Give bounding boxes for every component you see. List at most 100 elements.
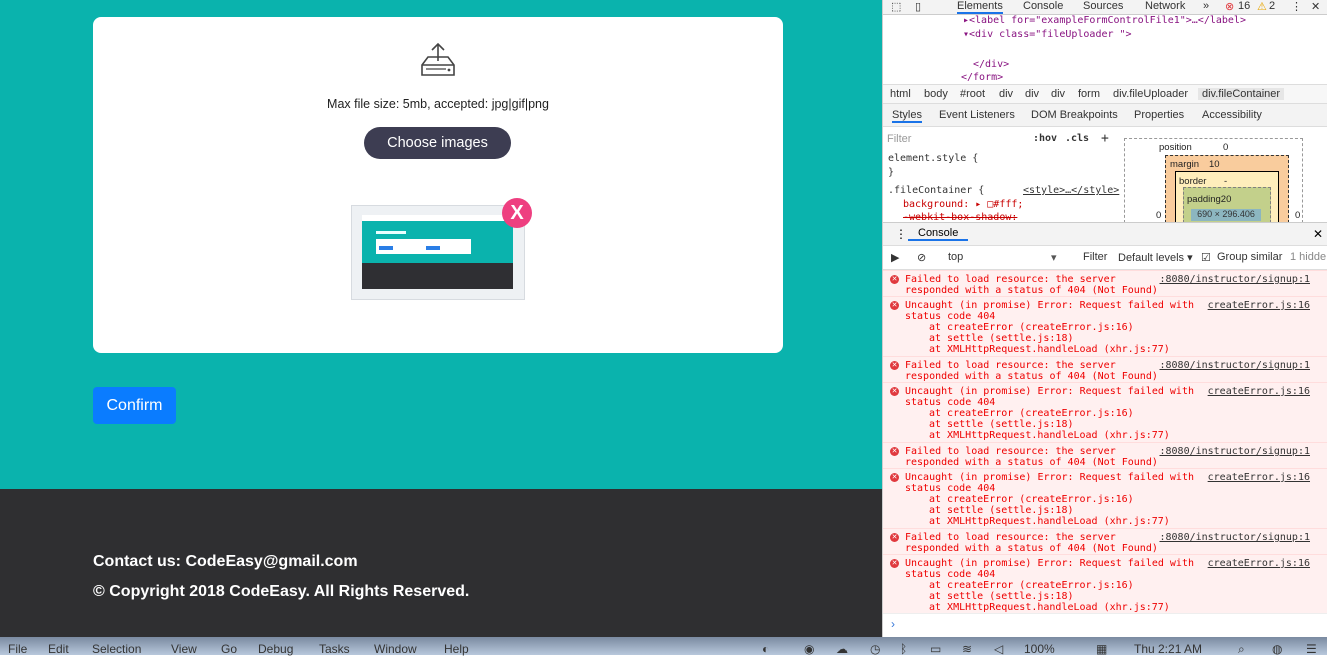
tab-network[interactable]: Network: [1145, 0, 1185, 12]
console-message[interactable]: ✕ Uncaught (in promise) Error: Request f…: [883, 382, 1327, 443]
console-message[interactable]: ✕ Failed to load resource: the server re…: [883, 528, 1327, 555]
context-selector[interactable]: top: [948, 251, 963, 263]
notification-center-icon[interactable]: ☰: [1306, 642, 1317, 656]
warning-count[interactable]: 2: [1269, 0, 1275, 12]
tab-dom-breakpoints[interactable]: DOM Breakpoints: [1031, 109, 1118, 121]
menu-debug[interactable]: Debug: [258, 642, 293, 656]
menu-help[interactable]: Help: [444, 642, 469, 656]
remove-image-button[interactable]: X: [502, 198, 532, 228]
message-source-link[interactable]: createError.js:16: [1208, 558, 1310, 569]
console-message[interactable]: ✕ Uncaught (in promise) Error: Request f…: [883, 468, 1327, 529]
wifi-icon[interactable]: ≋: [962, 642, 972, 656]
battery-percent[interactable]: 100%: [1024, 642, 1055, 656]
menu-tasks[interactable]: Tasks: [319, 642, 350, 656]
airplay-icon[interactable]: ▭: [930, 642, 941, 656]
inspect-icon[interactable]: ⬚: [891, 0, 901, 13]
sidebar-toggle-icon[interactable]: ▶: [891, 251, 899, 264]
choose-images-button[interactable]: Choose images: [364, 127, 511, 159]
bluetooth-icon[interactable]: ᛒ: [900, 642, 907, 656]
volume-icon[interactable]: ◁: [994, 642, 1003, 656]
message-source-link[interactable]: :8080/instructor/signup:1: [1159, 360, 1310, 371]
context-dropdown-icon[interactable]: ▾: [1051, 251, 1057, 264]
confirm-button[interactable]: Confirm: [93, 387, 176, 424]
tab-accessibility[interactable]: Accessibility: [1202, 109, 1262, 121]
status-icon[interactable]: ◉: [804, 642, 814, 656]
close-drawer-icon[interactable]: ✕: [1313, 227, 1323, 241]
dom-line[interactable]: </form>: [961, 72, 1003, 83]
console-message[interactable]: ✕ Failed to load resource: the server re…: [883, 356, 1327, 383]
console-prompt[interactable]: ›: [883, 613, 1327, 638]
styles-filter-input[interactable]: Filter: [887, 131, 1017, 147]
console-message[interactable]: ✕ Uncaught (in promise) Error: Request f…: [883, 296, 1327, 357]
message-source-link[interactable]: createError.js:16: [1208, 472, 1310, 483]
crumb[interactable]: div: [1025, 88, 1039, 100]
tab-elements[interactable]: Elements: [957, 0, 1003, 14]
crumb[interactable]: div: [1051, 88, 1065, 100]
crumb[interactable]: div: [999, 88, 1013, 100]
tab-properties[interactable]: Properties: [1134, 109, 1184, 121]
stack-line[interactable]: at XMLHttpRequest.handleLoad (xhr.js:77): [929, 516, 1170, 527]
stack-line[interactable]: at createError (createError.js:16): [929, 494, 1134, 505]
tab-console-drawer[interactable]: Console: [908, 227, 969, 241]
dom-line[interactable]: </div>: [973, 59, 1009, 70]
menu-selection[interactable]: Selection: [92, 642, 141, 656]
menu-edit[interactable]: Edit: [48, 642, 69, 656]
close-devtools-icon[interactable]: ✕: [1311, 0, 1320, 13]
message-source-link[interactable]: :8080/instructor/signup:1: [1159, 532, 1310, 543]
menu-view[interactable]: View: [171, 642, 197, 656]
console-filter-input[interactable]: Filter: [1083, 251, 1107, 263]
message-source-link[interactable]: :8080/instructor/signup:1: [1159, 274, 1310, 285]
error-count[interactable]: 16: [1238, 0, 1250, 12]
stack-line[interactable]: at XMLHttpRequest.handleLoad (xhr.js:77): [929, 602, 1170, 613]
tab-styles[interactable]: Styles: [892, 109, 922, 123]
stack-line[interactable]: at settle (settle.js:18): [929, 505, 1074, 516]
crumb[interactable]: div.fileUploader: [1113, 88, 1188, 100]
device-toggle-icon[interactable]: ▯: [915, 0, 921, 13]
group-similar-checkbox[interactable]: ☑: [1201, 251, 1211, 264]
message-source-link[interactable]: createError.js:16: [1208, 300, 1310, 311]
drawer-menu-icon[interactable]: ⋮: [895, 227, 907, 241]
crumb-active[interactable]: div.fileContainer: [1198, 88, 1285, 100]
console-message[interactable]: ✕ Failed to load resource: the server re…: [883, 270, 1327, 297]
siri-icon[interactable]: ◍: [1272, 642, 1282, 656]
stack-line[interactable]: at createError (createError.js:16): [929, 408, 1134, 419]
stack-line[interactable]: at createError (createError.js:16): [929, 580, 1134, 591]
console-message[interactable]: ✕ Uncaught (in promise) Error: Request f…: [883, 554, 1327, 614]
menu-file[interactable]: File: [8, 642, 27, 656]
log-levels-dropdown[interactable]: Default levels ▾: [1118, 251, 1193, 264]
dom-line[interactable]: ▸<label for="exampleFormControlFile1">…<…: [963, 15, 1246, 26]
message-text: Uncaught (in promise) Error: Request fai…: [905, 472, 1194, 483]
style-source-link[interactable]: <style>…</style>: [1023, 185, 1119, 196]
dom-line[interactable]: ▾<div class="fileUploader ">: [963, 29, 1132, 40]
add-rule-icon[interactable]: +: [1101, 131, 1109, 146]
message-source-link[interactable]: createError.js:16: [1208, 386, 1310, 397]
tab-console[interactable]: Console: [1023, 0, 1063, 12]
tab-event-listeners[interactable]: Event Listeners: [939, 109, 1015, 121]
message-source-link[interactable]: :8080/instructor/signup:1: [1159, 446, 1310, 457]
crumb[interactable]: form: [1078, 88, 1100, 100]
kebab-menu-icon[interactable]: ⋮: [1291, 0, 1302, 13]
clear-console-icon[interactable]: ⊘: [917, 251, 926, 264]
stack-line[interactable]: at settle (settle.js:18): [929, 419, 1074, 430]
cls-toggle[interactable]: .cls: [1065, 133, 1089, 144]
crumb[interactable]: body: [924, 88, 948, 100]
more-tabs-icon[interactable]: »: [1203, 0, 1209, 12]
stack-line[interactable]: at XMLHttpRequest.handleLoad (xhr.js:77): [929, 344, 1170, 355]
status-icon[interactable]: ◐: [762, 642, 769, 656]
crumb[interactable]: #root: [960, 88, 985, 100]
hov-toggle[interactable]: :hov: [1033, 133, 1057, 144]
stack-line[interactable]: at createError (createError.js:16): [929, 322, 1134, 333]
stack-line[interactable]: at settle (settle.js:18): [929, 591, 1074, 602]
time-machine-icon[interactable]: ◷: [870, 642, 880, 656]
stack-line[interactable]: at XMLHttpRequest.handleLoad (xhr.js:77): [929, 430, 1170, 441]
flag-icon[interactable]: ▦: [1096, 642, 1107, 656]
menu-go[interactable]: Go: [221, 642, 237, 656]
console-message[interactable]: ✕ Failed to load resource: the server re…: [883, 442, 1327, 469]
menu-window[interactable]: Window: [374, 642, 417, 656]
status-icon[interactable]: ☁: [836, 642, 848, 656]
clock[interactable]: Thu 2:21 AM: [1134, 642, 1202, 656]
crumb[interactable]: html: [890, 88, 911, 100]
style-prop-background[interactable]: background: ▸ □#fff;: [903, 199, 1023, 210]
stack-line[interactable]: at settle (settle.js:18): [929, 333, 1074, 344]
tab-sources[interactable]: Sources: [1083, 0, 1123, 12]
